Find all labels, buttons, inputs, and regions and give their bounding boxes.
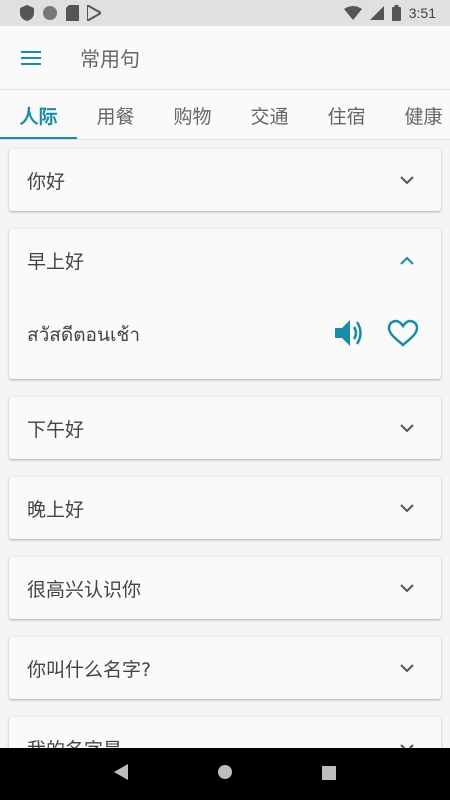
- phrase-text: 我的名字是: [27, 735, 122, 749]
- system-nav-bar: [0, 748, 450, 800]
- tab-transport[interactable]: 交通: [231, 90, 308, 139]
- phrase-card-expanded: 早上好 สวัสดีตอนเช้า: [9, 229, 441, 379]
- phrase-card: 很高兴认识你: [9, 557, 441, 619]
- status-bar: 3:51: [0, 0, 450, 26]
- phrase-card: 我的名字是: [9, 717, 441, 748]
- shield-icon: [20, 5, 34, 21]
- tab-dining[interactable]: 用餐: [77, 90, 154, 139]
- circle-icon: [43, 6, 57, 20]
- phrase-text: 晚上好: [27, 498, 85, 521]
- phrase-header[interactable]: 早上好: [9, 229, 441, 291]
- chevron-down-icon[interactable]: [395, 656, 419, 680]
- tab-social[interactable]: 人际: [0, 90, 77, 139]
- phrase-text: 很高兴认识你: [27, 578, 142, 601]
- phrase-list: 你好 早上好 สวัสดีตอนเช้า 下午好 晚上好 很高兴认识你 你叫什么…: [0, 140, 450, 748]
- hamburger-menu-icon: [21, 50, 41, 65]
- phrase-header[interactable]: 我的名字是: [9, 717, 441, 748]
- sd-card-icon: [66, 5, 79, 21]
- phrase-header[interactable]: 很高兴认识你: [9, 557, 441, 619]
- tab-shopping[interactable]: 购物: [154, 90, 231, 139]
- chevron-down-icon[interactable]: [395, 496, 419, 520]
- play-store-icon: [87, 5, 101, 21]
- signal-icon: [369, 6, 384, 20]
- phrase-text: 你好: [27, 170, 66, 193]
- phrase-translation: สวัสดีตอนเช้า: [27, 324, 140, 346]
- phrase-text: 早上好: [27, 250, 85, 273]
- phrase-text: 下午好: [27, 418, 85, 441]
- phrase-card: 你好: [9, 149, 441, 211]
- phrase-header[interactable]: 晚上好: [9, 477, 441, 539]
- phrase-card: 晚上好: [9, 477, 441, 539]
- battery-icon: [391, 5, 401, 21]
- phrase-text: 你叫什么名字?: [27, 658, 152, 681]
- tab-lodging[interactable]: 住宿: [308, 90, 385, 139]
- chevron-up-icon[interactable]: [395, 248, 419, 272]
- page-title: 常用句: [80, 47, 140, 71]
- wifi-icon: [343, 6, 362, 20]
- phrase-header[interactable]: 你叫什么名字?: [9, 637, 441, 699]
- category-tabs: 人际 用餐 购物 交通 住宿 健康: [0, 90, 450, 140]
- app-bar: 常用句: [0, 26, 450, 90]
- phrase-card: 下午好: [9, 397, 441, 459]
- recents-icon[interactable]: [321, 765, 336, 784]
- home-icon[interactable]: [217, 764, 233, 784]
- chevron-down-icon[interactable]: [395, 416, 419, 440]
- phrase-header[interactable]: 你好: [9, 149, 441, 211]
- chevron-down-icon[interactable]: [395, 736, 419, 748]
- phrase-translation-row: สวัสดีตอนเช้า: [9, 291, 441, 379]
- menu-button[interactable]: [0, 26, 62, 90]
- chevron-down-icon[interactable]: [395, 576, 419, 600]
- tab-health[interactable]: 健康: [385, 90, 450, 139]
- phrase-header[interactable]: 下午好: [9, 397, 441, 459]
- favorite-heart-icon[interactable]: [387, 319, 419, 351]
- speaker-icon[interactable]: [333, 318, 365, 352]
- chevron-down-icon[interactable]: [395, 168, 419, 192]
- phrase-card: 你叫什么名字?: [9, 637, 441, 699]
- status-time: 3:51: [408, 5, 436, 21]
- back-icon[interactable]: [114, 764, 129, 784]
